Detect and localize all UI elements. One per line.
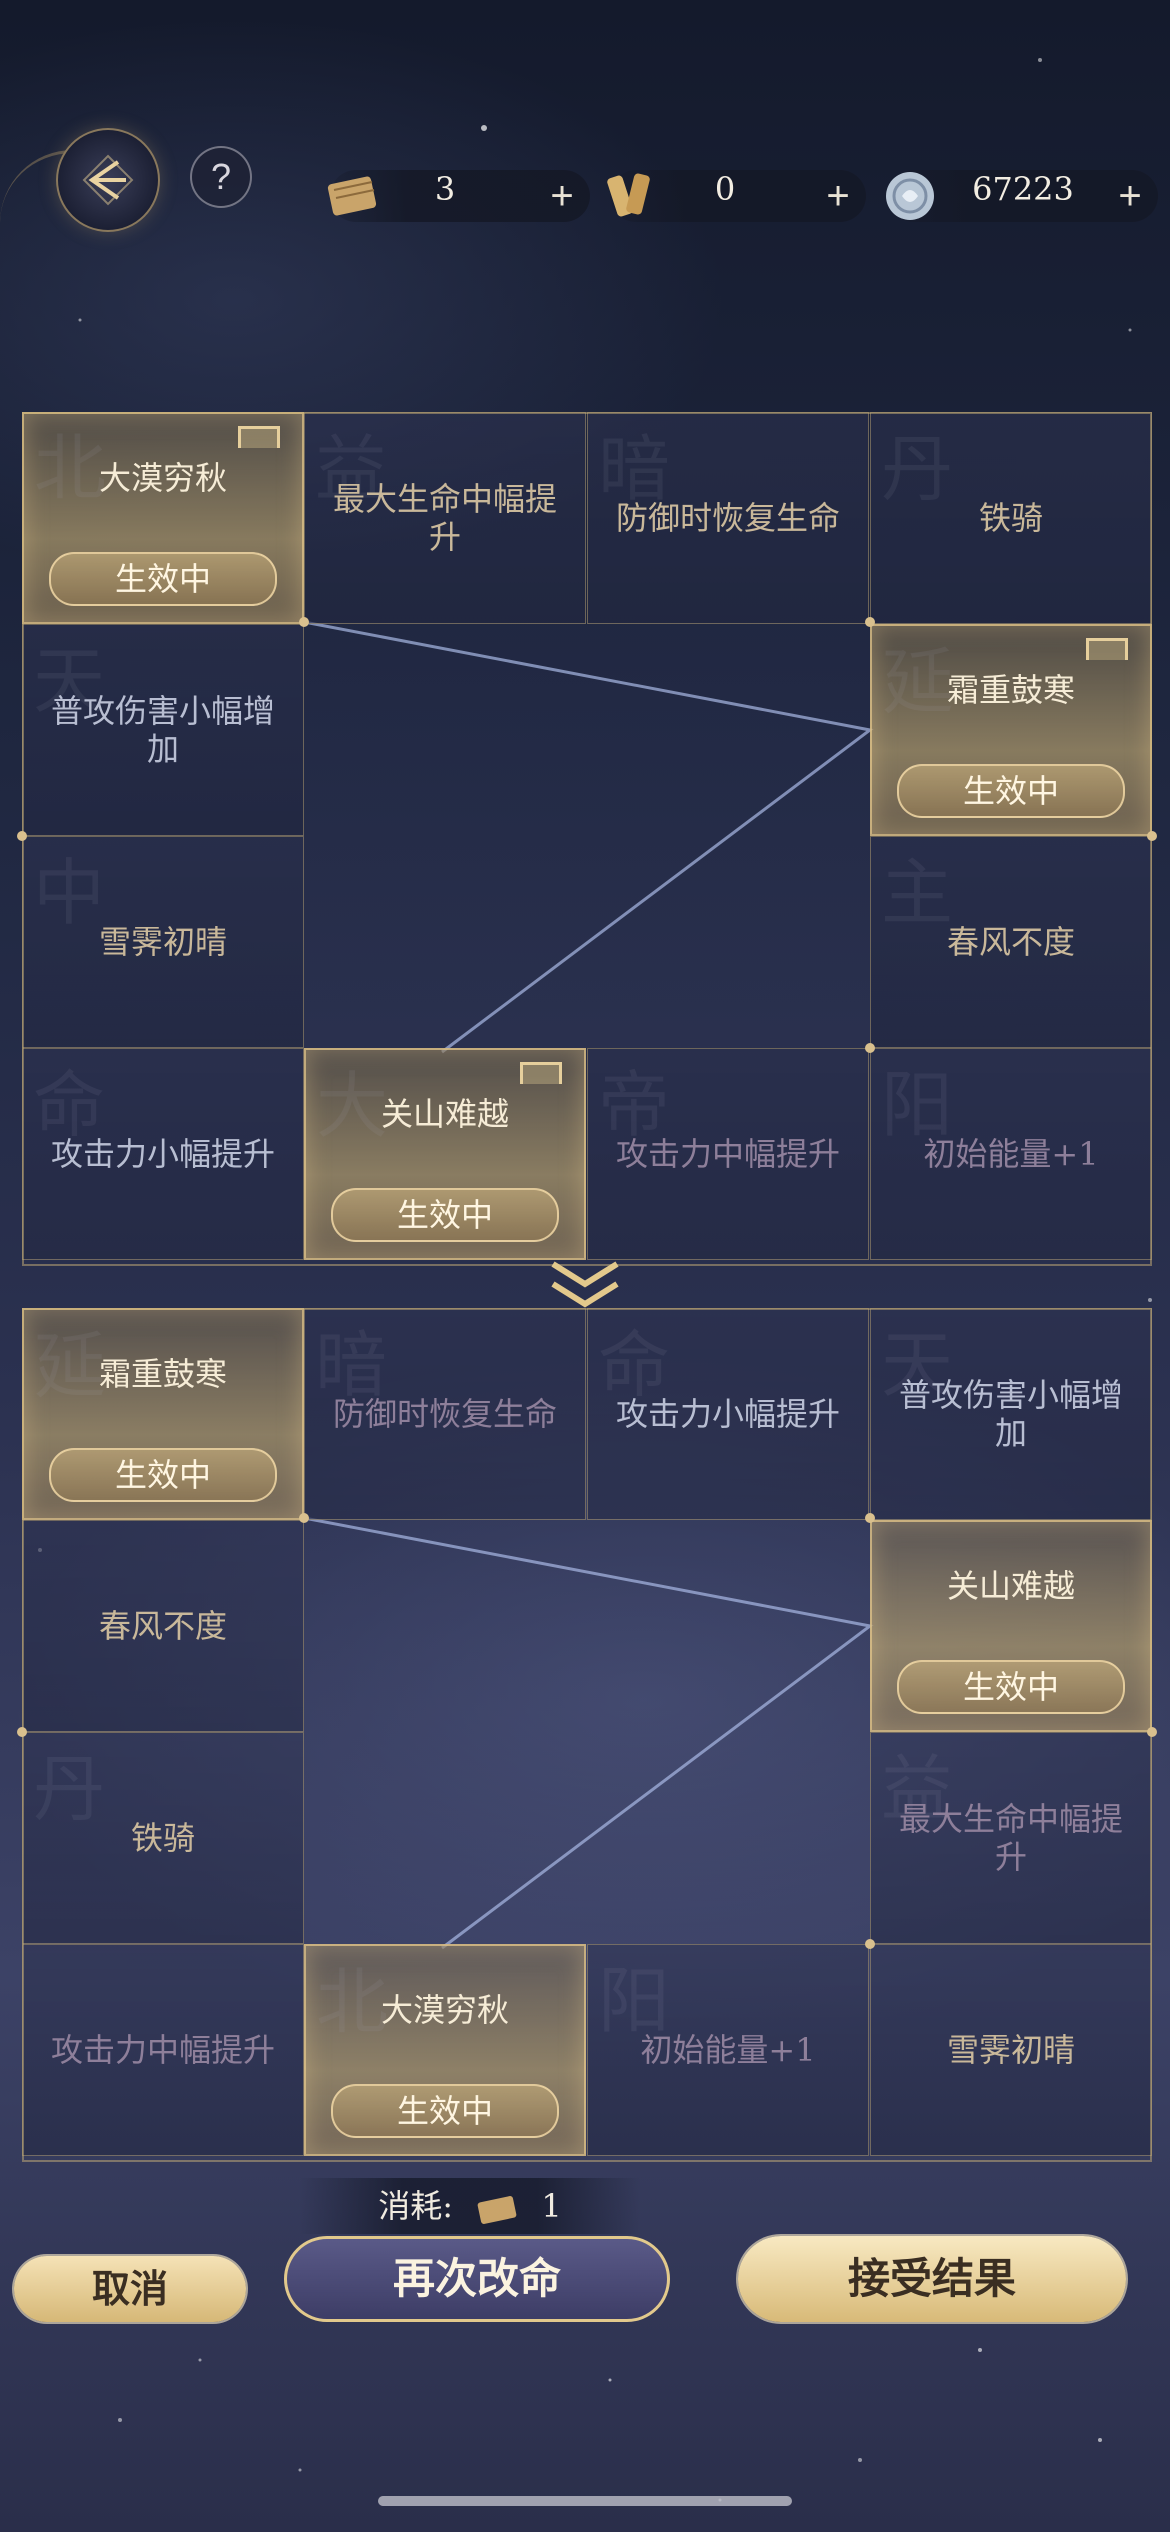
link-node <box>865 1939 875 1949</box>
coin-count: 67223 <box>972 170 1074 208</box>
add-token-button[interactable]: + <box>818 176 858 216</box>
jade-coin-icon <box>886 172 934 220</box>
link-node <box>17 1727 27 1737</box>
link-node <box>17 831 27 841</box>
cost-label: 消耗: <box>378 2187 454 2225</box>
current-fate-grid: 北 大漠穷秋 生效中 益 最大生命中幅提升 暗 防御时恢复生命 丹 铁骑 天 普… <box>17 412 1157 1266</box>
link-node <box>1147 831 1157 841</box>
new-fate-grid: 延 霜重鼓寒 生效中 暗 防御时恢复生命 命 攻击力小幅提升 天 普攻伤害小幅增… <box>17 1308 1157 2162</box>
link-node <box>299 1513 309 1523</box>
link-node <box>299 617 309 627</box>
cancel-button[interactable]: 取消 <box>14 2256 246 2322</box>
grid-frame <box>22 1308 1152 2162</box>
add-scroll-button[interactable]: + <box>542 176 582 216</box>
link-node <box>865 1043 875 1053</box>
link-node <box>865 1513 875 1523</box>
double-chevron-down-icon <box>551 1261 619 1308</box>
add-coin-button[interactable]: + <box>1110 176 1150 216</box>
link-node <box>1147 1727 1157 1737</box>
scroll-icon <box>327 176 377 216</box>
token-icon <box>607 173 650 217</box>
cost-value: 1 <box>541 2187 562 2225</box>
scroll-count: 3 <box>434 170 456 208</box>
back-arrow-icon <box>82 154 134 206</box>
token-count: 0 <box>714 170 736 208</box>
home-indicator <box>378 2496 792 2506</box>
reroll-button[interactable]: 再次改命 <box>284 2236 670 2322</box>
back-button[interactable] <box>56 128 160 232</box>
scroll-icon <box>477 2195 517 2224</box>
accept-result-button[interactable]: 接受结果 <box>738 2236 1126 2322</box>
help-button[interactable]: ? <box>190 146 252 208</box>
link-node <box>865 617 875 627</box>
cost-display: 消耗: 1 <box>300 2178 640 2234</box>
coin-counter: 67223 + <box>886 170 1158 222</box>
token-counter: 0 + <box>607 170 866 222</box>
grid-frame <box>22 412 1152 1266</box>
scroll-counter: 3 + <box>327 170 590 222</box>
